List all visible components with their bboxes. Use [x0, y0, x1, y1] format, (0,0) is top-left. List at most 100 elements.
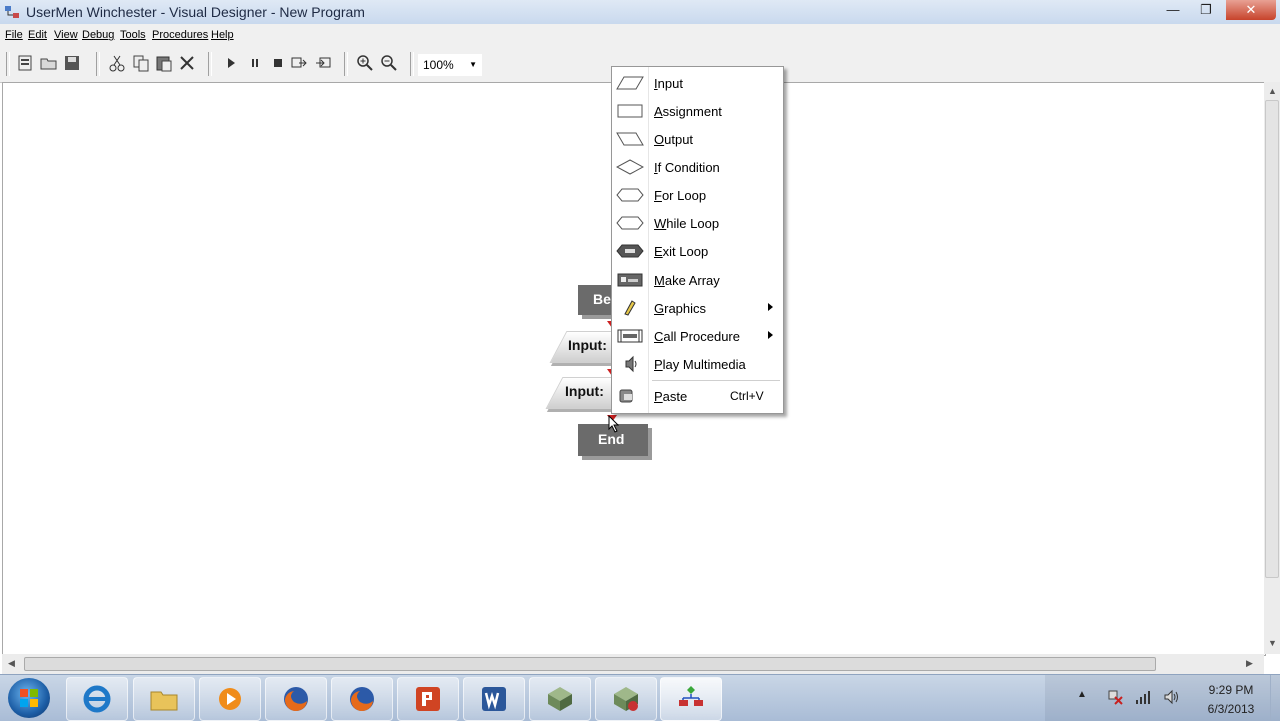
menu-item-exit-loop[interactable]: Exit Loop — [612, 238, 783, 264]
menu-item-label: Make Array — [654, 273, 720, 288]
scroll-right-icon[interactable]: ▶ — [1246, 658, 1253, 669]
pause-icon[interactable] — [246, 54, 264, 72]
firefox-icon — [284, 687, 308, 712]
step-icon[interactable] — [290, 54, 308, 72]
start-button[interactable] — [8, 678, 50, 718]
run-icon[interactable] — [222, 54, 240, 72]
menu-item-label: For Loop — [654, 188, 707, 203]
new-icon[interactable] — [16, 54, 34, 72]
chevron-down-icon[interactable]: ▼ — [469, 55, 477, 75]
step-over-icon[interactable] — [314, 54, 332, 72]
taskbar-firefox-2[interactable] — [331, 677, 393, 721]
menu-item-make-array[interactable]: Make Array — [612, 267, 783, 293]
paste-icon[interactable] — [155, 54, 173, 72]
internet-explorer-icon — [83, 685, 111, 713]
menu-item-shortcut: Ctrl+V — [730, 389, 764, 403]
open-folder-icon[interactable] — [40, 54, 58, 72]
hexagon-icon — [616, 216, 644, 230]
menu-item-label: Exit Loop — [654, 244, 709, 259]
flowchart-app-icon — [679, 686, 703, 706]
action-center-icon[interactable] — [1107, 689, 1123, 705]
taskbar-internet-explorer[interactable] — [66, 677, 128, 721]
insert-context-menu: Input Assignment Output If Condition For… — [611, 66, 784, 414]
menu-edit[interactable]: Edit — [28, 29, 47, 41]
volume-icon[interactable] — [1163, 689, 1181, 705]
zoom-select[interactable]: 100% ▼ — [418, 54, 482, 76]
array-icon — [617, 273, 643, 287]
stop-icon[interactable] — [269, 54, 287, 72]
menu-item-label: Play Multimedia — [654, 357, 746, 372]
menu-item-graphics[interactable]: Graphics — [612, 295, 783, 321]
cut-icon[interactable] — [108, 54, 126, 72]
scroll-down-icon[interactable]: ▼ — [1268, 638, 1277, 648]
cube-app-icon — [548, 687, 572, 711]
word-icon — [482, 687, 506, 711]
submenu-arrow-icon — [768, 303, 773, 311]
mouse-cursor-icon — [608, 415, 620, 433]
menu-item-label: Output — [654, 132, 694, 147]
menu-item-input[interactable]: Input — [612, 70, 783, 96]
menu-item-while-loop[interactable]: While Loop — [612, 210, 783, 236]
minimize-button[interactable]: — — [1158, 0, 1188, 20]
menu-help[interactable]: Help — [211, 29, 234, 41]
horizontal-scrollbar-thumb[interactable] — [24, 657, 1156, 671]
taskbar-app-2[interactable] — [595, 677, 657, 721]
flow-end-label: End — [598, 431, 625, 447]
exit-icon — [616, 244, 644, 258]
menu-item-paste[interactable]: Paste Ctrl+V — [612, 383, 783, 409]
menu-separator — [652, 380, 780, 381]
assignment-shape-icon — [617, 104, 643, 118]
maximize-button[interactable]: ❐ — [1186, 0, 1226, 20]
output-shape-icon — [616, 132, 644, 146]
zoom-out-icon[interactable] — [380, 54, 398, 72]
show-hidden-icons-icon[interactable]: ▲ — [1077, 689, 1087, 700]
clock-date[interactable]: 6/3/2013 — [1196, 702, 1266, 716]
taskbar-powerpoint[interactable] — [397, 677, 459, 721]
taskbar-firefox[interactable] — [265, 677, 327, 721]
input-shape-icon — [616, 76, 644, 90]
horizontal-scrollbar[interactable]: ◀ ▶ — [2, 654, 1264, 674]
menu-file[interactable]: File — [5, 29, 23, 41]
delete-icon[interactable] — [178, 54, 196, 72]
folder-icon — [150, 691, 178, 711]
menu-tools[interactable]: Tools — [120, 29, 146, 41]
close-button[interactable]: ✕ — [1226, 0, 1276, 20]
menu-bar: File Edit View Debug Tools Procedures He… — [0, 24, 1280, 46]
copy-icon[interactable] — [132, 54, 150, 72]
menu-item-call-procedure[interactable]: Call Procedure — [612, 323, 783, 349]
menu-item-assignment[interactable]: Assignment — [612, 98, 783, 124]
submenu-arrow-icon — [768, 331, 773, 339]
taskbar-app-1[interactable] — [529, 677, 591, 721]
toolbar-separator — [410, 52, 414, 76]
clock-time[interactable]: 9:29 PM — [1196, 683, 1266, 697]
vertical-scrollbar[interactable]: ▲ ▼ — [1264, 82, 1280, 654]
taskbar-media-player[interactable] — [199, 677, 261, 721]
scroll-up-icon[interactable]: ▲ — [1268, 86, 1277, 96]
menu-procedures[interactable]: Procedures — [152, 29, 208, 41]
toolbar-separator — [208, 52, 212, 76]
flow-input-2-label: Input: — [565, 383, 604, 399]
media-player-icon — [219, 688, 241, 710]
scroll-left-icon[interactable]: ◀ — [8, 658, 15, 669]
taskbar-visual-designer[interactable] — [660, 677, 722, 721]
taskbar: ▲ 9:29 PM 6/3/2013 — [0, 674, 1280, 721]
menu-item-output[interactable]: Output — [612, 126, 783, 152]
taskbar-file-explorer[interactable] — [133, 677, 195, 721]
menu-item-label: Graphics — [654, 301, 707, 316]
taskbar-word[interactable] — [463, 677, 525, 721]
toolbar-separator — [96, 52, 100, 76]
windows-logo-icon — [20, 689, 38, 707]
menu-item-if-condition[interactable]: If Condition — [612, 154, 783, 180]
menu-item-play-multimedia[interactable]: Play Multimedia — [612, 351, 783, 377]
pencil-icon — [624, 300, 636, 316]
menu-item-for-loop[interactable]: For Loop — [612, 182, 783, 208]
menu-view[interactable]: View — [54, 29, 78, 41]
menu-debug[interactable]: Debug — [82, 29, 114, 41]
zoom-in-icon[interactable] — [356, 54, 374, 72]
save-icon[interactable] — [63, 54, 81, 72]
network-signal-icon[interactable] — [1135, 689, 1151, 705]
show-desktop-button[interactable] — [1270, 675, 1280, 721]
app-icon[interactable] — [4, 4, 20, 20]
vertical-scrollbar-thumb[interactable] — [1265, 100, 1279, 578]
window-title: UserMen Winchester - Visual Designer - N… — [26, 4, 365, 20]
